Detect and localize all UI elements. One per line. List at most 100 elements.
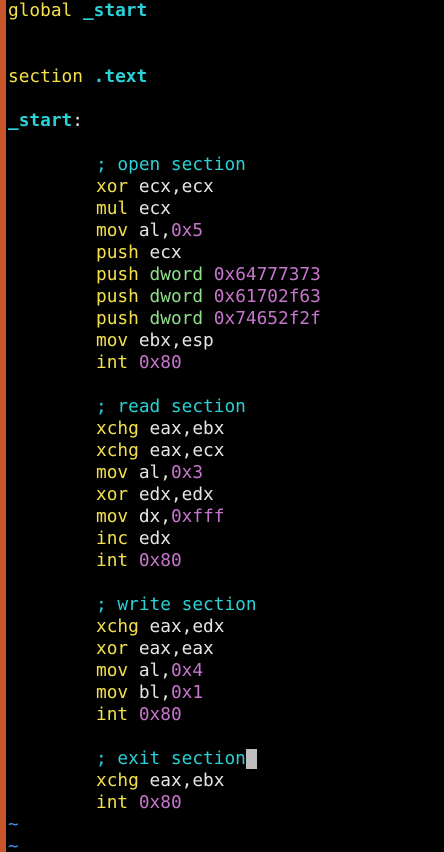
instruction-operands — [139, 308, 150, 329]
instruction-opcode: push — [96, 308, 139, 329]
code-line: push dword 0x61702f63 — [8, 286, 444, 308]
code-lines: global _start section .text _start: ; op… — [8, 0, 444, 852]
code-line: int 0x80 — [8, 550, 444, 572]
code-line: int 0x80 — [8, 352, 444, 374]
comment-exit-section: ; exit section — [8, 748, 444, 770]
instruction-opcode: int — [96, 352, 129, 373]
code-line: xchg eax,ebx — [8, 770, 444, 792]
instruction-operands: eax,eax — [128, 638, 214, 659]
instruction-opcode: push — [96, 286, 139, 307]
instruction-opcode: push — [96, 242, 139, 263]
instruction-operands: edx — [128, 528, 171, 549]
instruction-operands — [128, 550, 139, 571]
size-specifier: dword — [149, 264, 204, 285]
instruction-opcode: mov — [96, 682, 129, 703]
instruction-opcode: xchg — [96, 616, 139, 637]
code-line: xor edx,edx — [8, 484, 444, 506]
instruction-operands: al, — [128, 462, 171, 483]
instruction-opcode: xor — [96, 484, 129, 505]
vim-editor[interactable]: global _start section .text _start: ; op… — [0, 0, 444, 852]
immediate-value: 0x80 — [138, 704, 182, 725]
code-line: mov al,0x4 — [8, 660, 444, 682]
instruction-opcode: inc — [96, 528, 129, 549]
instruction-opcode: push — [96, 264, 139, 285]
instruction-operands — [128, 352, 139, 373]
instruction-opcode: xor — [96, 176, 129, 197]
instruction-opcode: mov — [96, 220, 129, 241]
size-specifier: dword — [149, 286, 204, 307]
instruction-operands — [139, 264, 150, 285]
read-section-block: xchg eax,ebx xchg eax,ecx mov al,0x3 xor ed… — [8, 418, 444, 572]
instruction-opcode: xchg — [96, 418, 139, 439]
instruction-operands — [128, 704, 139, 725]
write-section-block: xchg eax,edx xor eax,eax mov al,0x4 mov bl,… — [8, 616, 444, 726]
immediate-value: 0x80 — [138, 792, 182, 813]
code-line: push ecx — [8, 242, 444, 264]
code-line: inc edx — [8, 528, 444, 550]
instruction-opcode: int — [96, 704, 129, 725]
instruction-opcode: mov — [96, 330, 129, 351]
code-line: xchg eax,edx — [8, 616, 444, 638]
instruction-operands: eax,ebx — [138, 418, 225, 439]
code-line-section: section .text — [8, 66, 444, 88]
code-line: xor ecx,ecx — [8, 176, 444, 198]
code-line: int 0x80 — [8, 792, 444, 814]
instruction-operands: al, — [128, 660, 171, 681]
comment-open-section: ; open section — [96, 154, 246, 175]
instruction-opcode: mov — [96, 660, 129, 681]
instruction-operands — [128, 792, 139, 813]
code-line: int 0x80 — [8, 704, 444, 726]
immediate-value: 0x80 — [138, 352, 182, 373]
instruction-operands: ebx,esp — [128, 330, 214, 351]
empty-line-marker: ~ — [8, 814, 19, 835]
start-label: _start — [8, 110, 73, 131]
comment-write-section: ; write section — [96, 594, 257, 615]
code-line: xchg eax,ecx — [8, 440, 444, 462]
instruction-operands — [139, 286, 150, 307]
instruction-opcode: xor — [96, 638, 129, 659]
global-symbol: _start — [82, 0, 148, 21]
code-line-global: global _start — [8, 0, 444, 22]
code-line: xor eax,eax — [8, 638, 444, 660]
instruction-opcode: mul — [96, 198, 129, 219]
immediate-value: 0xfff — [170, 506, 225, 527]
exit-section-block: xchg eax,ebx int 0x80 — [8, 770, 444, 814]
instruction-opcode: int — [96, 792, 129, 813]
code-line: push dword 0x64777373 — [8, 264, 444, 286]
instruction-operands: ecx,ecx — [128, 176, 214, 197]
open-section-block: xor ecx,ecx mul ecx mov al,0x5 push ecx push… — [8, 176, 444, 374]
instruction-opcode: mov — [96, 506, 129, 527]
code-line: push dword 0x74652f2f — [8, 308, 444, 330]
code-line: xchg eax,ebx — [8, 418, 444, 440]
instruction-operands: eax,edx — [138, 616, 225, 637]
instruction-operands: eax,ecx — [138, 440, 225, 461]
label-colon: : — [72, 110, 83, 131]
instruction-operands: dx, — [128, 506, 171, 527]
immediate-value: 0x64777373 — [203, 264, 321, 285]
instruction-operands: bl, — [128, 682, 171, 703]
instruction-opcode: xchg — [96, 440, 139, 461]
instruction-opcode: xchg — [96, 770, 139, 791]
instruction-operands: eax,ebx — [138, 770, 225, 791]
instruction-operands: ecx — [128, 198, 171, 219]
immediate-value: 0x80 — [138, 550, 182, 571]
section-keyword: section — [8, 66, 83, 87]
code-line: mov al,0x5 — [8, 220, 444, 242]
instruction-opcode: mov — [96, 462, 129, 483]
code-line: mov dx,0xfff — [8, 506, 444, 528]
instruction-operands: ecx — [138, 242, 182, 263]
size-specifier: dword — [149, 308, 204, 329]
instruction-operands: al, — [128, 220, 171, 241]
editor-left-border — [0, 0, 6, 852]
immediate-value: 0x4 — [170, 660, 204, 681]
code-line: mov al,0x3 — [8, 462, 444, 484]
code-line-start-label: _start: — [8, 110, 444, 132]
immediate-value: 0x5 — [170, 220, 204, 241]
immediate-value: 0x1 — [170, 682, 204, 703]
